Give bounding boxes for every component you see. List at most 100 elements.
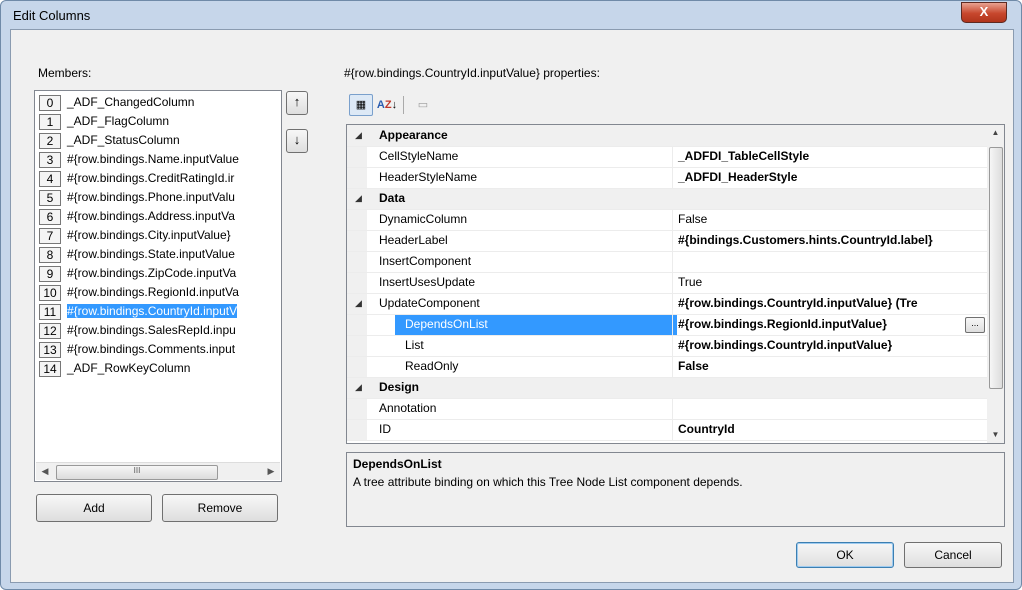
member-item[interactable]: 7 #{row.bindings.City.inputValue} bbox=[39, 227, 281, 244]
property-row[interactable]: ◢ UpdateComponent #{row.bindings.CountryId… bbox=[347, 293, 987, 315]
member-index: 4 bbox=[39, 170, 61, 187]
ellipsis-button[interactable]: ... bbox=[965, 317, 985, 333]
property-row[interactable]: DependsOnList #{row.bindings.RegionId.inp… bbox=[347, 314, 987, 336]
property-value[interactable]: _ADFDI_TableCellStyle bbox=[672, 146, 993, 167]
scroll-left-icon[interactable]: ◀ bbox=[38, 465, 52, 478]
scroll-up-icon[interactable]: ▲ bbox=[987, 125, 1004, 141]
description-text: A tree attribute binding on which this T… bbox=[353, 475, 743, 489]
property-name: InsertComponent bbox=[379, 254, 472, 268]
property-name: DynamicColumn bbox=[379, 212, 468, 226]
scroll-thumb[interactable] bbox=[989, 147, 1003, 389]
member-name: #{row.bindings.CreditRatingId.ir bbox=[67, 171, 235, 185]
description-title: DependsOnList bbox=[353, 457, 442, 471]
property-row[interactable]: InsertComponent bbox=[347, 251, 987, 273]
member-index: 13 bbox=[39, 341, 61, 358]
property-name: HeaderLabel bbox=[379, 233, 448, 247]
member-name: #{row.bindings.RegionId.inputVa bbox=[67, 285, 239, 299]
member-item[interactable]: 4 #{row.bindings.CreditRatingId.ir bbox=[39, 170, 281, 187]
add-button[interactable]: Add bbox=[36, 494, 152, 522]
property-grid[interactable]: ID CountryId Annotation ◢ Design ReadOnly Fals… bbox=[346, 124, 1005, 444]
member-item[interactable]: 12 #{row.bindings.SalesRepId.inpu bbox=[39, 322, 281, 339]
collapse-toggle-icon[interactable]: ◢ bbox=[355, 125, 362, 146]
row-margin bbox=[347, 146, 367, 167]
sort-az-icon[interactable]: AZ↓ bbox=[375, 94, 399, 116]
property-name: ID bbox=[379, 422, 391, 436]
members-horizontal-scrollbar[interactable]: ◀ III ▶ bbox=[36, 462, 280, 480]
remove-button[interactable]: Remove bbox=[162, 494, 278, 522]
property-value[interactable]: #{row.bindings.RegionId.inputValue} bbox=[672, 314, 993, 335]
categorized-icon[interactable]: ▦ bbox=[349, 94, 373, 116]
arrow-down-icon: ↓ bbox=[293, 132, 301, 147]
scroll-right-icon[interactable]: ▶ bbox=[264, 465, 278, 478]
property-value[interactable]: #{bindings.Customers.hints.CountryId.lab… bbox=[672, 230, 993, 251]
member-item[interactable]: 2 _ADF_StatusColumn bbox=[39, 132, 281, 149]
member-item[interactable]: 0 _ADF_ChangedColumn bbox=[39, 94, 281, 111]
member-index: 10 bbox=[39, 284, 61, 301]
member-index: 7 bbox=[39, 227, 61, 244]
member-name: #{row.bindings.CountryId.inputV bbox=[67, 304, 238, 318]
collapse-toggle-icon[interactable]: ◢ bbox=[355, 188, 362, 209]
row-margin bbox=[347, 272, 367, 293]
member-item[interactable]: 6 #{row.bindings.Address.inputVa bbox=[39, 208, 281, 225]
member-index: 5 bbox=[39, 189, 61, 206]
member-index: 1 bbox=[39, 113, 61, 130]
close-button[interactable]: X bbox=[961, 2, 1007, 23]
category-row[interactable]: ◢ Appearance bbox=[347, 125, 987, 147]
property-value[interactable]: #{row.bindings.CountryId.inputValue} bbox=[672, 335, 993, 356]
member-item[interactable]: 1 _ADF_FlagColumn bbox=[39, 113, 281, 130]
row-margin bbox=[347, 335, 367, 356]
property-row[interactable]: HeaderStyleName _ADFDI_HeaderStyle bbox=[347, 167, 987, 189]
move-up-button[interactable]: ↑ bbox=[286, 91, 308, 115]
category-row[interactable]: ◢ Design bbox=[347, 377, 987, 399]
member-item[interactable]: 3 #{row.bindings.Name.inputValue bbox=[39, 151, 281, 168]
member-index: 14 bbox=[39, 360, 61, 377]
member-item[interactable]: 5 #{row.bindings.Phone.inputValu bbox=[39, 189, 281, 206]
member-item[interactable]: 8 #{row.bindings.State.inputValue bbox=[39, 246, 281, 263]
move-down-button[interactable]: ↓ bbox=[286, 129, 308, 153]
property-value[interactable]: False bbox=[672, 209, 993, 230]
property-name: DependsOnList bbox=[395, 314, 677, 335]
member-item[interactable]: 10 #{row.bindings.RegionId.inputVa bbox=[39, 284, 281, 301]
member-item[interactable]: 11 #{row.bindings.CountryId.inputV bbox=[39, 303, 281, 320]
scroll-thumb[interactable]: III bbox=[56, 465, 218, 480]
property-value[interactable]: CountryId bbox=[672, 419, 993, 440]
property-row[interactable]: HeaderLabel #{bindings.Customers.hints.Co… bbox=[347, 230, 987, 252]
property-pages-icon[interactable]: ▭ bbox=[411, 94, 435, 116]
property-row[interactable]: CellStyleName _ADFDI_TableCellStyle bbox=[347, 146, 987, 168]
property-value[interactable] bbox=[672, 398, 993, 419]
property-value[interactable]: _ADFDI_HeaderStyle bbox=[672, 167, 993, 188]
member-index: 11 bbox=[39, 303, 61, 320]
property-row[interactable]: Annotation bbox=[347, 398, 987, 420]
members-list[interactable]: 14 _ADF_RowKeyColumn 13 #{row.bindings.Comm… bbox=[34, 90, 282, 482]
member-name: #{row.bindings.Address.inputVa bbox=[67, 209, 235, 223]
row-margin bbox=[347, 209, 367, 230]
property-name: CellStyleName bbox=[379, 149, 459, 163]
property-vertical-scrollbar[interactable]: ▲ ▼ bbox=[987, 125, 1004, 443]
dialog-title: Edit Columns bbox=[13, 8, 91, 23]
member-item[interactable]: 9 #{row.bindings.ZipCode.inputVa bbox=[39, 265, 281, 282]
members-label: Members: bbox=[38, 66, 92, 80]
member-item[interactable]: 14 _ADF_RowKeyColumn bbox=[39, 360, 281, 377]
property-value[interactable]: #{row.bindings.CountryId.inputValue} (Tr… bbox=[672, 293, 993, 314]
property-row[interactable]: InsertUsesUpdate True bbox=[347, 272, 987, 294]
property-name: List bbox=[405, 338, 424, 352]
property-name: Appearance bbox=[379, 128, 448, 142]
property-row[interactable]: List #{row.bindings.CountryId.inputValue} bbox=[347, 335, 987, 357]
collapse-toggle-icon[interactable]: ◢ bbox=[355, 377, 362, 398]
category-row[interactable]: ◢ Data bbox=[347, 188, 987, 210]
scroll-down-icon[interactable]: ▼ bbox=[987, 427, 1004, 443]
member-index: 12 bbox=[39, 322, 61, 339]
property-value[interactable]: True bbox=[672, 272, 993, 293]
property-name: InsertUsesUpdate bbox=[379, 275, 476, 289]
arrow-up-icon: ↑ bbox=[293, 94, 301, 109]
edit-columns-dialog: Edit Columns X Members: 14 _ADF_RowKeyCol… bbox=[0, 0, 1022, 590]
property-row[interactable]: ReadOnly False bbox=[347, 356, 987, 378]
member-item[interactable]: 13 #{row.bindings.Comments.input bbox=[39, 341, 281, 358]
property-row[interactable]: DynamicColumn False bbox=[347, 209, 987, 231]
property-row[interactable]: ID CountryId bbox=[347, 419, 987, 441]
cancel-button[interactable]: Cancel bbox=[904, 542, 1002, 568]
collapse-toggle-icon[interactable]: ◢ bbox=[355, 293, 362, 314]
property-value[interactable] bbox=[672, 251, 993, 272]
property-value[interactable]: False bbox=[672, 356, 993, 377]
ok-button[interactable]: OK bbox=[796, 542, 894, 568]
